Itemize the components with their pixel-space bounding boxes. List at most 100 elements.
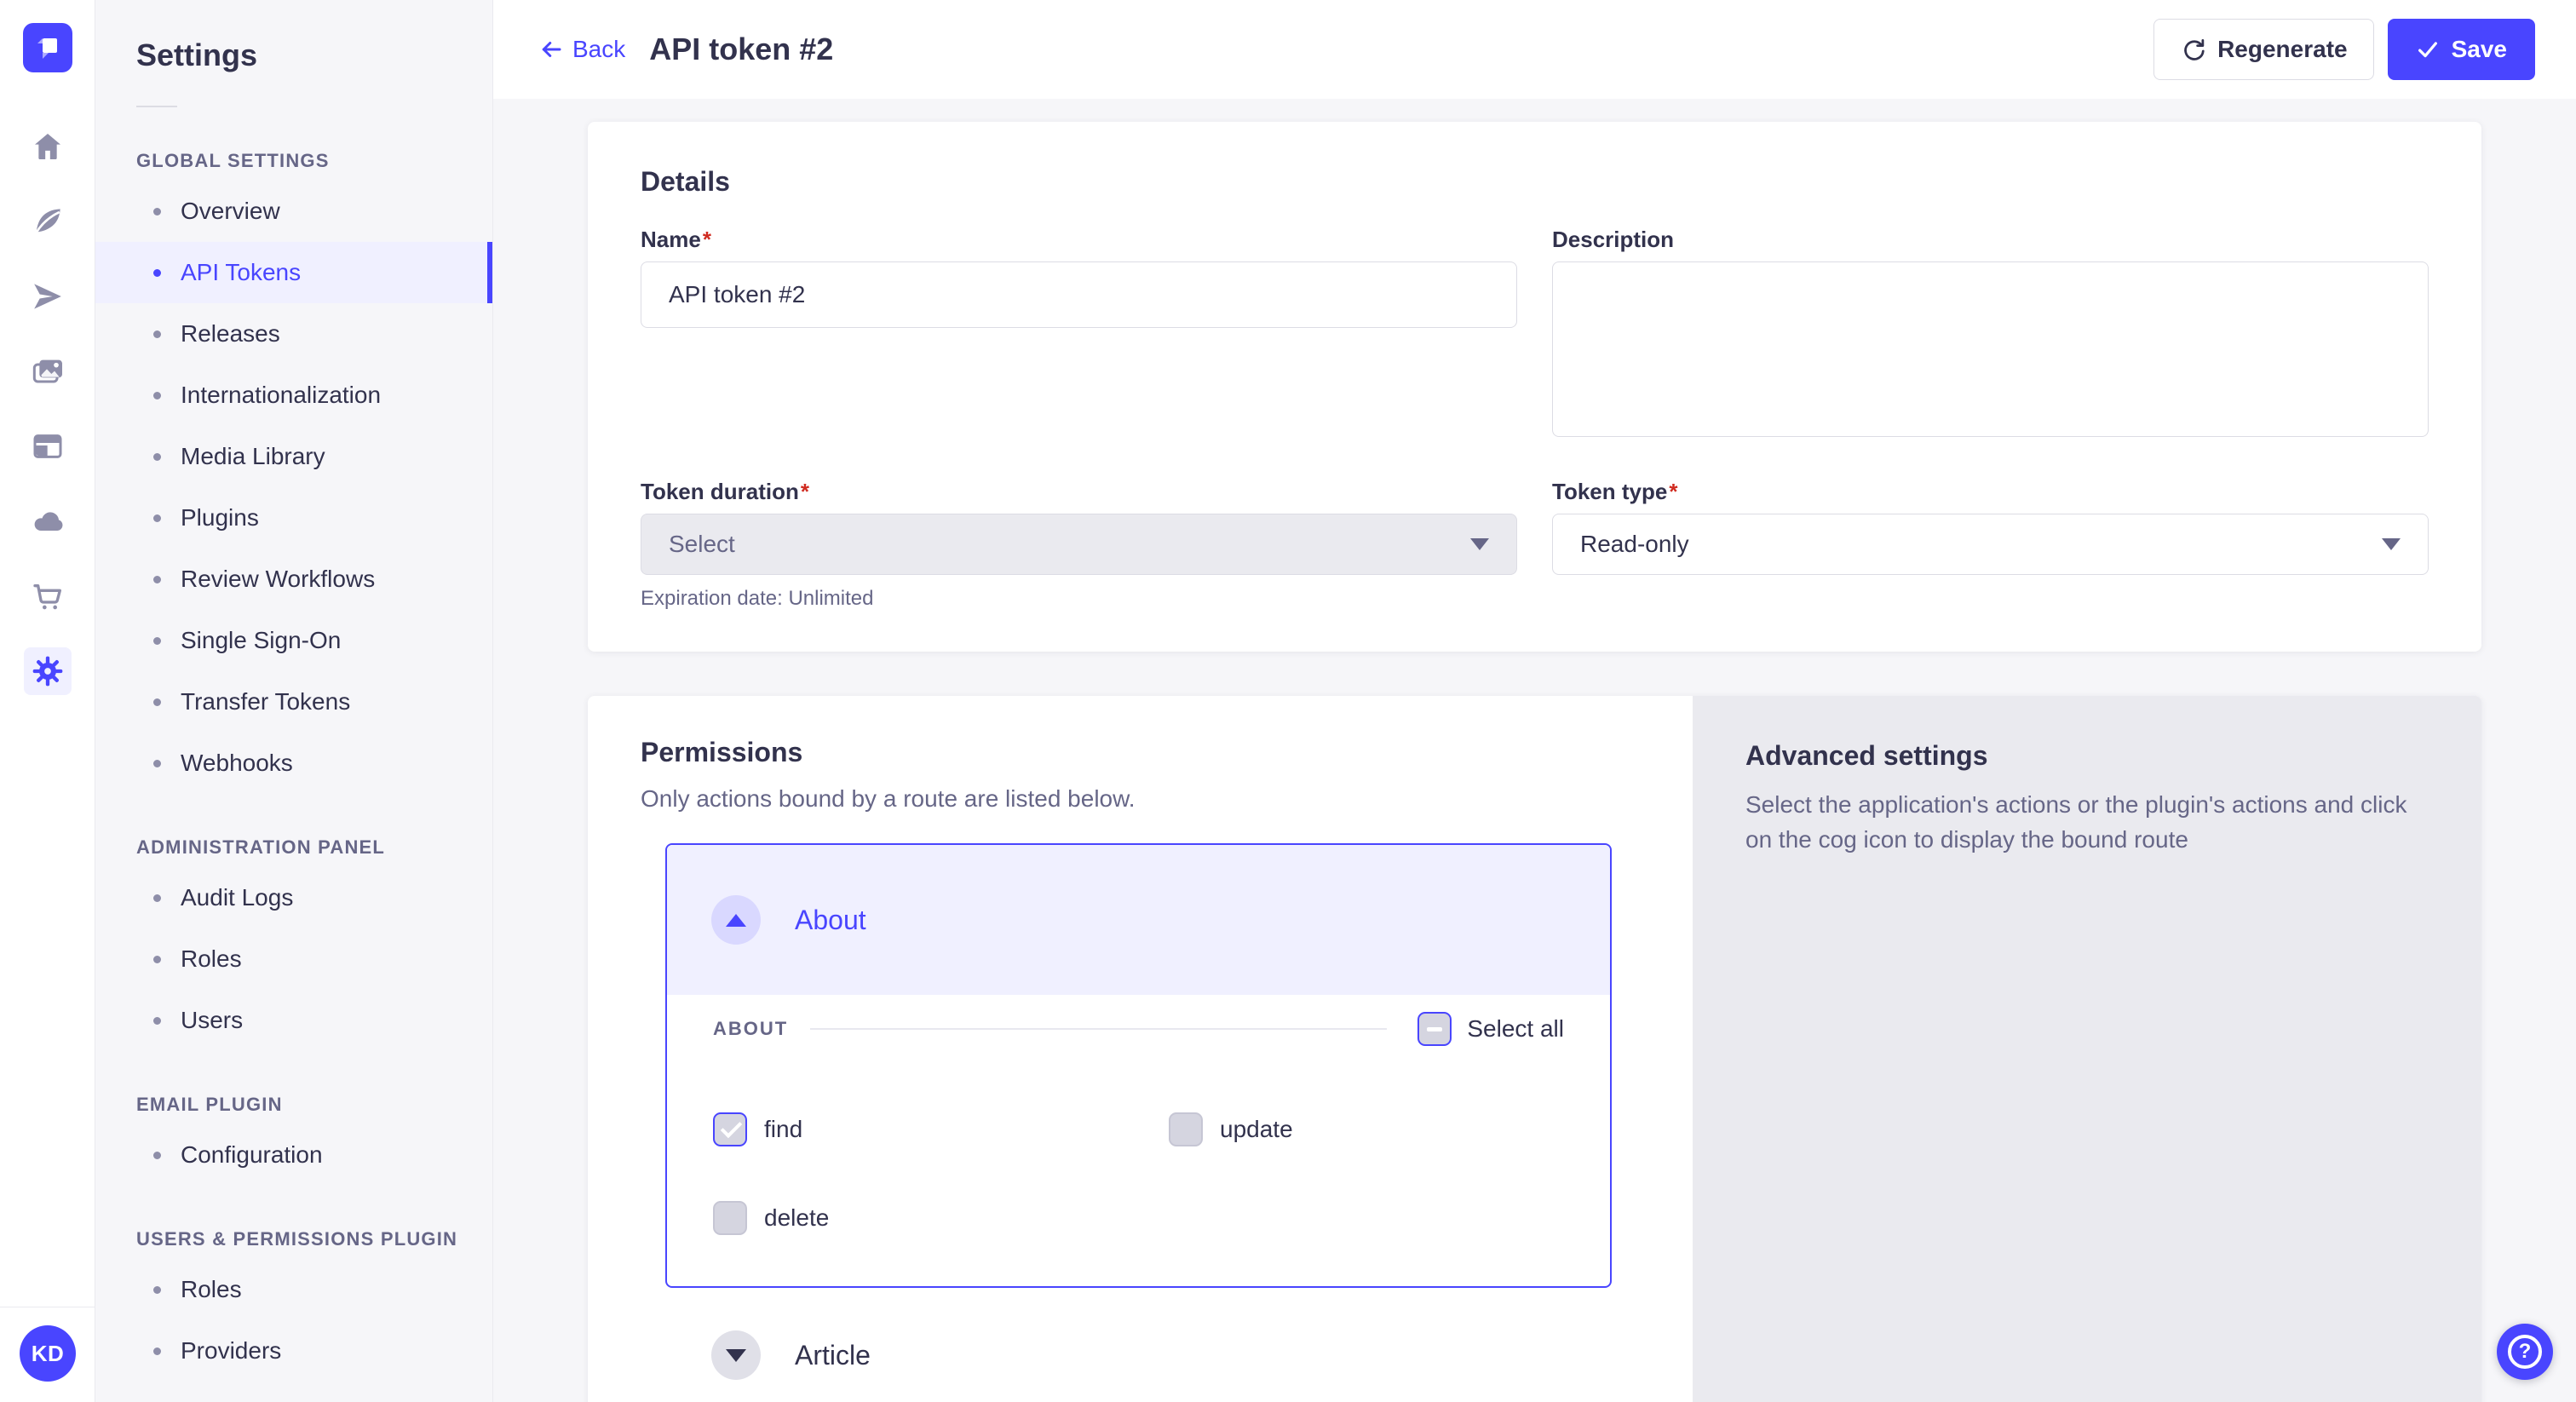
page-title: API token #2 bbox=[649, 32, 833, 67]
bullet-icon bbox=[153, 1347, 161, 1355]
bullet-icon bbox=[153, 698, 161, 706]
arrow-left-icon bbox=[538, 37, 564, 62]
sidebar-item-up-roles[interactable]: Roles bbox=[95, 1259, 492, 1320]
bullet-icon bbox=[153, 208, 161, 215]
sidebar-item-media-library[interactable]: Media Library bbox=[95, 426, 492, 487]
section-divider-line bbox=[810, 1028, 1387, 1030]
accordion-about-header[interactable]: About bbox=[667, 845, 1610, 995]
bullet-icon bbox=[153, 760, 161, 767]
action-update: update bbox=[1169, 1112, 1564, 1146]
main-nav: KD bbox=[0, 0, 95, 1402]
bullet-icon bbox=[153, 1017, 161, 1025]
settings-title: Settings bbox=[136, 37, 492, 73]
bullet-icon bbox=[153, 1286, 161, 1294]
bullet-icon bbox=[153, 956, 161, 963]
bullet-icon bbox=[153, 514, 161, 522]
description-label: Description bbox=[1552, 227, 2429, 253]
delete-checkbox[interactable] bbox=[713, 1201, 747, 1235]
chevron-down-icon bbox=[2382, 538, 2401, 550]
nav-media[interactable] bbox=[0, 334, 95, 409]
permissions-subtitle: Only actions bound by a route are listed… bbox=[641, 785, 1693, 813]
strapi-logo-icon bbox=[33, 33, 62, 62]
sidebar-item-configuration[interactable]: Configuration bbox=[95, 1124, 492, 1186]
find-checkbox[interactable] bbox=[713, 1112, 747, 1146]
required-asterisk: * bbox=[1669, 479, 1677, 504]
global-settings-list: Overview API Tokens Releases Internation… bbox=[95, 181, 492, 794]
accordion-about-title: About bbox=[795, 905, 866, 936]
chevron-up-icon bbox=[726, 914, 746, 927]
chevron-down-icon bbox=[726, 1349, 746, 1362]
name-label: Name* bbox=[641, 227, 1517, 253]
sidebar-item-review-workflows[interactable]: Review Workflows bbox=[95, 549, 492, 610]
duration-select[interactable]: Select bbox=[641, 514, 1517, 575]
nav-content[interactable] bbox=[0, 184, 95, 259]
section-label-email-plugin: EMAIL PLUGIN bbox=[136, 1094, 492, 1116]
nav-settings[interactable] bbox=[0, 634, 95, 709]
collapse-button[interactable] bbox=[711, 895, 761, 945]
description-textarea[interactable] bbox=[1552, 261, 2429, 437]
name-input[interactable] bbox=[641, 261, 1517, 328]
sidebar-item-users[interactable]: Users bbox=[95, 990, 492, 1051]
about-section-label: ABOUT bbox=[713, 1018, 788, 1040]
type-label: Token type* bbox=[1552, 479, 2429, 505]
required-asterisk: * bbox=[801, 479, 809, 504]
regenerate-button[interactable]: Regenerate bbox=[2153, 19, 2374, 80]
advanced-settings-body: Select the application's actions or the … bbox=[1745, 787, 2418, 857]
sidebar-item-overview[interactable]: Overview bbox=[95, 181, 492, 242]
accordion-about: About ABOUT Select all find bbox=[665, 843, 1612, 1288]
details-card: Details Name* Description Token duration… bbox=[588, 122, 2481, 652]
main-content: Back API token #2 Regenerate Save Detail… bbox=[493, 0, 2576, 1402]
select-all-checkbox[interactable] bbox=[1417, 1012, 1452, 1046]
email-plugin-list: Configuration bbox=[95, 1124, 492, 1186]
expand-button[interactable] bbox=[711, 1330, 761, 1380]
advanced-settings-title: Advanced settings bbox=[1745, 740, 2430, 772]
sidebar-item-transfer-tokens[interactable]: Transfer Tokens bbox=[95, 671, 492, 733]
sidebar-item-plugins[interactable]: Plugins bbox=[95, 487, 492, 549]
nav-home[interactable] bbox=[0, 109, 95, 184]
cart-icon bbox=[24, 572, 72, 620]
help-button[interactable]: ? bbox=[2497, 1324, 2553, 1380]
bullet-icon bbox=[153, 330, 161, 338]
bullet-icon bbox=[153, 894, 161, 902]
back-link[interactable]: Back bbox=[538, 36, 625, 63]
strapi-logo[interactable] bbox=[23, 23, 72, 72]
update-checkbox[interactable] bbox=[1169, 1112, 1203, 1146]
layout-icon bbox=[24, 422, 72, 470]
sidebar-item-releases[interactable]: Releases bbox=[95, 303, 492, 365]
description-field-group: Description bbox=[1552, 227, 2429, 441]
details-title: Details bbox=[641, 166, 2429, 198]
sidebar-item-internationalization[interactable]: Internationalization bbox=[95, 365, 492, 426]
sidebar-item-webhooks[interactable]: Webhooks bbox=[95, 733, 492, 794]
advanced-settings-panel: Advanced settings Select the application… bbox=[1693, 696, 2481, 1402]
sidebar-item-api-tokens[interactable]: API Tokens bbox=[95, 242, 492, 303]
chevron-down-icon bbox=[1470, 538, 1489, 550]
accordion-about-body: ABOUT Select all find bbox=[667, 995, 1610, 1286]
bullet-icon bbox=[153, 453, 161, 461]
nav-releases[interactable] bbox=[0, 259, 95, 334]
sidebar-item-single-sign-on[interactable]: Single Sign-On bbox=[95, 610, 492, 671]
home-icon bbox=[24, 123, 72, 170]
sidebar-item-admin-roles[interactable]: Roles bbox=[95, 928, 492, 990]
section-label-global: GLOBAL SETTINGS bbox=[136, 150, 492, 172]
expiration-hint: Expiration date: Unlimited bbox=[641, 587, 1517, 611]
accordion-article-header[interactable]: Article bbox=[711, 1330, 1693, 1380]
action-find: find bbox=[713, 1112, 1169, 1146]
nav-marketplace[interactable] bbox=[0, 559, 95, 634]
select-all-wrap: Select all bbox=[1417, 1012, 1564, 1046]
type-select[interactable]: Read-only bbox=[1552, 514, 2429, 575]
main-nav-icon-list bbox=[0, 109, 95, 709]
avatar[interactable]: KD bbox=[20, 1325, 76, 1382]
nav-cloud[interactable] bbox=[0, 484, 95, 559]
question-mark-icon: ? bbox=[2508, 1335, 2542, 1369]
action-delete: delete bbox=[713, 1201, 1169, 1235]
section-label-users-permissions: USERS & PERMISSIONS PLUGIN bbox=[136, 1228, 492, 1250]
required-asterisk: * bbox=[703, 227, 711, 252]
sidebar-item-audit-logs[interactable]: Audit Logs bbox=[95, 867, 492, 928]
nav-layout[interactable] bbox=[0, 409, 95, 484]
save-button[interactable]: Save bbox=[2388, 19, 2535, 80]
name-field-group: Name* bbox=[641, 227, 1517, 328]
page-header: Back API token #2 Regenerate Save bbox=[493, 0, 2576, 99]
sidebar-item-providers[interactable]: Providers bbox=[95, 1320, 492, 1382]
duration-field-group: Token duration* Select Expiration date: … bbox=[641, 479, 1517, 611]
about-section-row: ABOUT Select all bbox=[713, 1012, 1564, 1046]
